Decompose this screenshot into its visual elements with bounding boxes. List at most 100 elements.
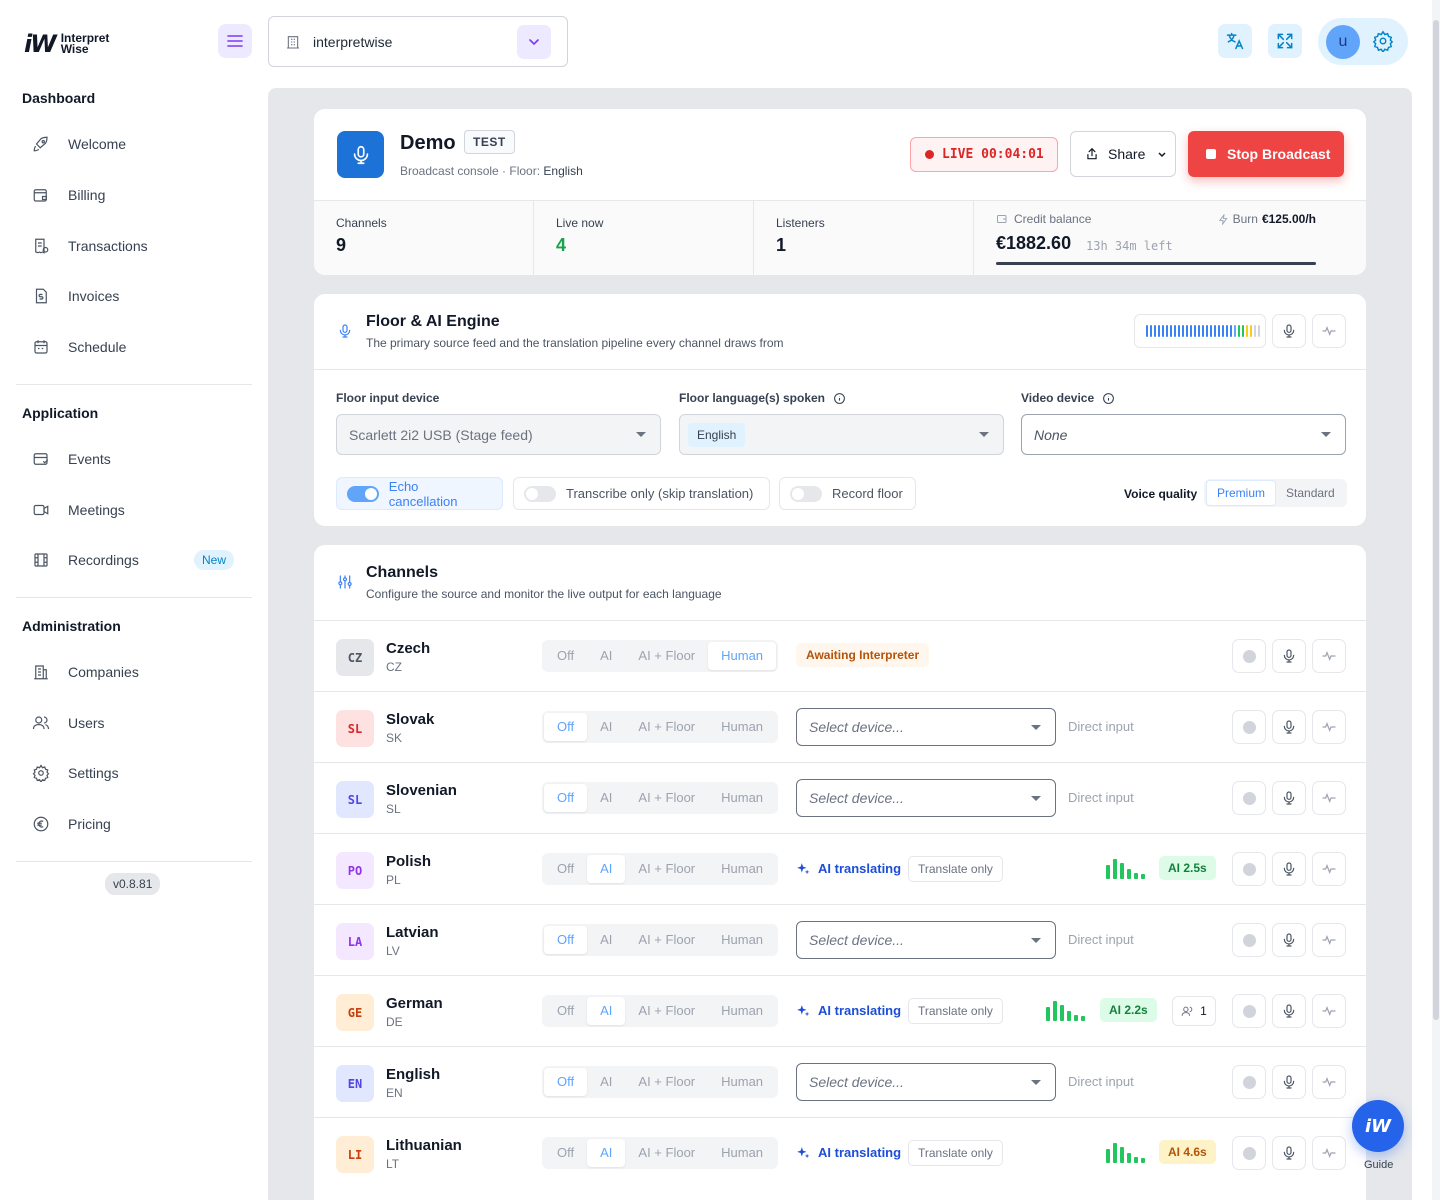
- toggle-switch[interactable]: [347, 485, 379, 502]
- mode-option-human[interactable]: Human: [708, 997, 776, 1025]
- voice-quality-standard[interactable]: Standard: [1276, 481, 1345, 505]
- sidebar-item-recordings[interactable]: Recordings New: [32, 545, 242, 575]
- avatar[interactable]: u: [1326, 25, 1360, 59]
- record-button[interactable]: [1232, 639, 1266, 673]
- channel-activity-button[interactable]: [1312, 994, 1346, 1028]
- sidebar-item-events[interactable]: Events: [32, 444, 242, 474]
- translate-only-button[interactable]: Translate only: [908, 998, 1003, 1024]
- mode-option-ai[interactable]: AI: [587, 1139, 626, 1167]
- scrollbar[interactable]: [1432, 0, 1440, 1200]
- mode-option-human[interactable]: Human: [708, 855, 776, 883]
- sidebar-item-schedule[interactable]: Schedule: [32, 332, 242, 362]
- sidebar-item-settings[interactable]: Settings: [32, 758, 242, 788]
- sidebar-item-meetings[interactable]: Meetings: [32, 495, 242, 525]
- mode-option-off[interactable]: Off: [544, 855, 587, 883]
- channel-mic-button[interactable]: [1272, 710, 1306, 744]
- mode-option-ai-floor[interactable]: AI + Floor: [625, 713, 708, 741]
- mode-option-human[interactable]: Human: [708, 926, 776, 954]
- record-button[interactable]: [1232, 852, 1266, 886]
- channel-activity-button[interactable]: [1312, 852, 1346, 886]
- sidebar-item-billing[interactable]: Billing: [32, 180, 242, 210]
- stop-broadcast-button[interactable]: Stop Broadcast: [1188, 131, 1344, 177]
- sidebar-item-users[interactable]: Users: [32, 708, 242, 738]
- channel-device-select[interactable]: Select device...: [796, 708, 1056, 746]
- channel-device-select[interactable]: Select device...: [796, 1063, 1056, 1101]
- mode-option-human[interactable]: Human: [708, 1068, 776, 1096]
- guide-button[interactable]: iW: [1352, 1100, 1404, 1152]
- echo-cancellation-toggle[interactable]: Echo cancellation: [336, 477, 503, 510]
- channel-activity-button[interactable]: [1312, 1065, 1346, 1099]
- mode-option-ai-floor[interactable]: AI + Floor: [625, 642, 708, 670]
- floor-mic-button[interactable]: [1272, 314, 1306, 348]
- info-icon[interactable]: [1102, 392, 1115, 405]
- record-button[interactable]: [1232, 1136, 1266, 1170]
- mode-option-off[interactable]: Off: [544, 642, 587, 670]
- channel-mic-button[interactable]: [1272, 1136, 1306, 1170]
- mode-option-ai[interactable]: AI: [587, 997, 626, 1025]
- channel-activity-button[interactable]: [1312, 710, 1346, 744]
- floor-language-select[interactable]: English: [679, 414, 1004, 455]
- mode-option-off[interactable]: Off: [544, 713, 588, 741]
- mode-option-ai[interactable]: AI: [587, 713, 625, 741]
- mode-option-off[interactable]: Off: [544, 926, 588, 954]
- mode-option-human[interactable]: Human: [708, 642, 777, 670]
- info-icon[interactable]: [833, 392, 846, 405]
- channel-mic-button[interactable]: [1272, 852, 1306, 886]
- channel-activity-button[interactable]: [1312, 781, 1346, 815]
- mode-option-human[interactable]: Human: [708, 713, 776, 741]
- record-button[interactable]: [1232, 781, 1266, 815]
- channel-mic-button[interactable]: [1272, 781, 1306, 815]
- user-settings-button[interactable]: [1372, 30, 1394, 57]
- organization-select[interactable]: interpretwise: [268, 16, 568, 67]
- logo[interactable]: iW Interpret Wise: [24, 30, 109, 58]
- toggle-switch[interactable]: [790, 485, 822, 502]
- record-button[interactable]: [1232, 923, 1266, 957]
- mode-option-off[interactable]: Off: [544, 784, 588, 812]
- fullscreen-button[interactable]: [1268, 24, 1302, 58]
- organization-dropdown-button[interactable]: [517, 25, 551, 59]
- translate-only-button[interactable]: Translate only: [908, 1140, 1003, 1166]
- mode-option-human[interactable]: Human: [708, 784, 776, 812]
- translate-only-button[interactable]: Translate only: [908, 856, 1003, 882]
- mode-option-off[interactable]: Off: [544, 997, 587, 1025]
- voice-quality-premium[interactable]: Premium: [1206, 480, 1277, 506]
- mode-option-ai-floor[interactable]: AI + Floor: [625, 926, 708, 954]
- translate-button[interactable]: [1218, 24, 1252, 58]
- channel-mic-button[interactable]: [1272, 1065, 1306, 1099]
- record-button[interactable]: [1232, 1065, 1266, 1099]
- user-menu[interactable]: u: [1318, 18, 1408, 65]
- channel-mic-button[interactable]: [1272, 639, 1306, 673]
- channel-mic-button[interactable]: [1272, 994, 1306, 1028]
- mode-option-off[interactable]: Off: [544, 1068, 588, 1096]
- mode-option-ai[interactable]: AI: [587, 1068, 625, 1096]
- channel-activity-button[interactable]: [1312, 1136, 1346, 1170]
- mode-option-ai-floor[interactable]: AI + Floor: [625, 1068, 708, 1096]
- record-floor-toggle[interactable]: Record floor: [779, 477, 916, 510]
- mode-option-human[interactable]: Human: [708, 1139, 776, 1167]
- floor-input-select[interactable]: Scarlett 2i2 USB (Stage feed): [336, 414, 661, 455]
- record-button[interactable]: [1232, 994, 1266, 1028]
- sidebar-item-invoices[interactable]: Invoices: [32, 281, 242, 311]
- channel-activity-button[interactable]: [1312, 639, 1346, 673]
- record-button[interactable]: [1232, 710, 1266, 744]
- channel-mic-button[interactable]: [1272, 923, 1306, 957]
- mode-option-ai-floor[interactable]: AI + Floor: [625, 997, 708, 1025]
- mode-option-ai[interactable]: AI: [587, 855, 626, 883]
- floor-activity-button[interactable]: [1312, 314, 1346, 348]
- scrollbar-thumb[interactable]: [1433, 20, 1439, 1020]
- channel-activity-button[interactable]: [1312, 923, 1346, 957]
- sidebar-item-transactions[interactable]: Transactions: [32, 231, 242, 261]
- channel-device-select[interactable]: Select device...: [796, 779, 1056, 817]
- mode-option-ai[interactable]: AI: [587, 642, 625, 670]
- mode-option-ai-floor[interactable]: AI + Floor: [625, 784, 708, 812]
- share-button[interactable]: Share: [1070, 131, 1176, 177]
- transcribe-only-toggle[interactable]: Transcribe only (skip translation): [513, 477, 770, 510]
- sidebar-item-companies[interactable]: Companies: [32, 657, 242, 687]
- video-device-select[interactable]: None: [1021, 414, 1346, 455]
- sidebar-item-welcome[interactable]: Welcome: [32, 129, 242, 159]
- channel-device-select[interactable]: Select device...: [796, 921, 1056, 959]
- toggle-switch[interactable]: [524, 485, 556, 502]
- mode-option-ai-floor[interactable]: AI + Floor: [625, 1139, 708, 1167]
- mode-option-ai[interactable]: AI: [587, 784, 625, 812]
- mode-option-off[interactable]: Off: [544, 1139, 587, 1167]
